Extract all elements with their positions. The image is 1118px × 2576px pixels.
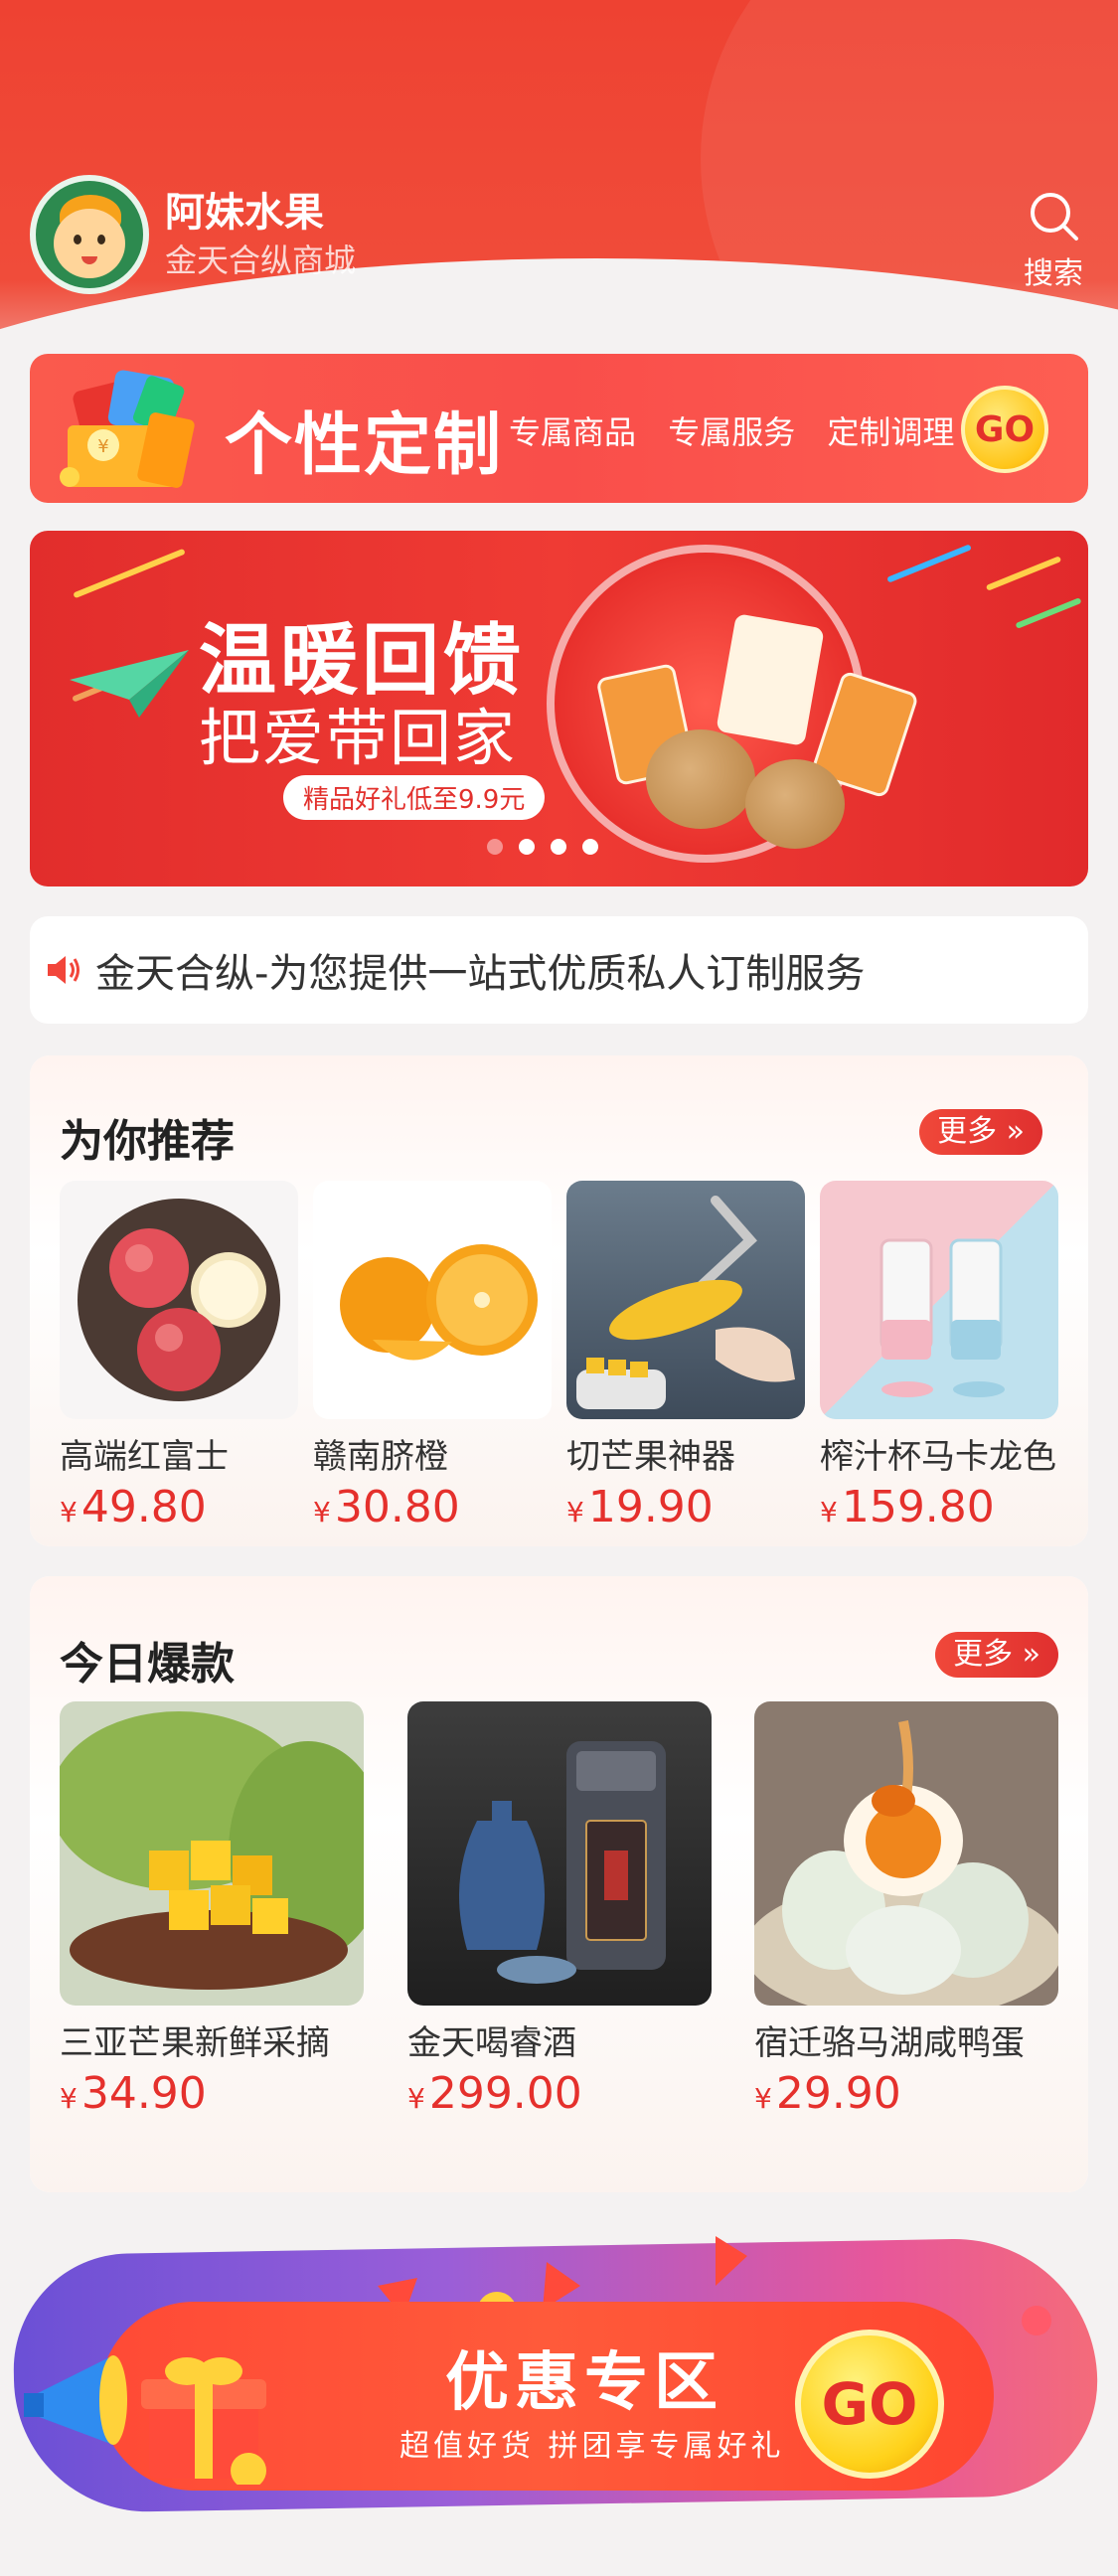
promo-go-button[interactable]: GO [795, 2330, 944, 2479]
notice-bar[interactable]: 金天合纵-为您提供一站式优质私人订制服务 [30, 916, 1088, 1024]
product-name: 榨汁杯马卡龙色 [820, 1437, 1056, 1477]
store-subtitle: 金天合纵商城 [165, 242, 357, 279]
product-price: ¥29.90 [754, 2068, 901, 2119]
product-card[interactable]: 金天喝睿酒 ¥299.00 [407, 1701, 712, 2119]
product-name: 切芒果神器 [566, 1437, 735, 1477]
more-label: 更多 [937, 1114, 998, 1149]
product-name: 赣南脐橙 [313, 1437, 448, 1477]
promo-carousel[interactable]: 温暖回馈 把爱带回家 精品好礼低至9.9元 [30, 531, 1088, 886]
double-chevron-right-icon: » [1006, 1114, 1025, 1149]
carousel-dot[interactable] [582, 839, 598, 855]
promo-title: 优惠专区 [445, 2346, 723, 2420]
product-card[interactable]: 切芒果神器 ¥19.90 [566, 1181, 805, 1532]
product-card[interactable]: 高端红富士 ¥49.80 [60, 1181, 298, 1532]
product-price: ¥34.90 [60, 2068, 207, 2119]
product-price: ¥30.80 [313, 1482, 460, 1532]
product-name: 金天喝睿酒 [407, 2023, 576, 2063]
product-card[interactable]: 三亚芒果新鲜采摘 ¥34.90 [60, 1701, 364, 2119]
product-price: ¥19.90 [566, 1482, 714, 1532]
speaker-icon [48, 956, 80, 984]
product-image-liquor [407, 1701, 712, 2006]
store-header[interactable]: 阿妹水果 金天合纵商城 [30, 175, 356, 294]
search-icon [1031, 193, 1078, 241]
carousel-subheadline: 把爱带回家 [199, 702, 518, 774]
carousel-pill: 精品好礼低至9.9元 [283, 775, 546, 820]
product-image-salted-eggs [754, 1701, 1058, 2006]
product-price: ¥49.80 [60, 1482, 207, 1532]
custom-tag: 定制调理 [827, 413, 955, 451]
paper-plane-icon [70, 650, 189, 718]
product-card[interactable]: 榨汁杯马卡龙色 ¥159.80 [820, 1181, 1058, 1532]
product-image-mango [60, 1701, 364, 2006]
more-label: 更多 [953, 1637, 1014, 1672]
product-price: ¥299.00 [407, 2068, 582, 2119]
custom-tag: 专属商品 [509, 413, 637, 451]
notice-text: 金天合纵-为您提供一站式优质私人订制服务 [95, 951, 866, 997]
megaphone-icon [24, 2355, 127, 2445]
store-name: 阿妹水果 [165, 190, 324, 236]
carousel-indicator [487, 839, 598, 855]
promo-subtitle: 超值好货 拼团享专属好礼 [399, 2429, 785, 2464]
hot-today-title: 今日爆款 [60, 1639, 235, 1690]
product-card[interactable]: 宿迁骆马湖咸鸭蛋 ¥29.90 [754, 1701, 1058, 2119]
recommend-title: 为你推荐 [60, 1116, 235, 1167]
product-price: ¥159.80 [820, 1482, 995, 1532]
hot-today-section: 今日爆款 更多 » 三亚芒果新鲜采摘 ¥34.90 金天喝睿酒 ¥299.00 … [30, 1576, 1088, 2192]
double-chevron-right-icon: » [1022, 1637, 1040, 1672]
product-image-juicer [820, 1181, 1058, 1419]
carousel-dot[interactable] [487, 839, 503, 855]
discount-zone-banner[interactable]: 优惠专区 超值好货 拼团享专属好礼 GO [0, 2226, 1118, 2524]
carousel-dot[interactable] [551, 839, 566, 855]
product-image-orange [313, 1181, 552, 1419]
store-logo [30, 175, 149, 294]
search-button[interactable]: 搜索 [1019, 189, 1088, 292]
recommend-more-button[interactable]: 更多 » [919, 1109, 1042, 1155]
custom-go-button[interactable]: GO [961, 386, 1048, 473]
product-name: 三亚芒果新鲜采摘 [60, 2023, 330, 2063]
product-image-apple [60, 1181, 298, 1419]
custom-banner-title: 个性定制 [225, 406, 504, 485]
product-name: 高端红富士 [60, 1437, 229, 1477]
product-name: 宿迁骆马湖咸鸭蛋 [754, 2023, 1025, 2063]
custom-tag: 专属服务 [668, 413, 796, 451]
recommend-section: 为你推荐 更多 » 高端红富士 ¥49.80 赣南脐橙 ¥30.80 切芒果神器… [30, 1055, 1088, 1546]
product-image-mango-cutter [566, 1181, 805, 1419]
svg-text:¥: ¥ [97, 436, 108, 457]
custom-banner[interactable]: ¥ 个性定制 专属商品 专属服务 定制调理 GO [30, 354, 1088, 503]
red-envelope-icon: ¥ [60, 370, 195, 488]
gift-box-icon [141, 2357, 266, 2485]
hot-today-more-button[interactable]: 更多 » [935, 1632, 1058, 1678]
custom-banner-tags: 专属商品 专属服务 定制调理 [509, 407, 970, 453]
product-card[interactable]: 赣南脐橙 ¥30.80 [313, 1181, 552, 1532]
carousel-dot-active[interactable] [519, 839, 535, 855]
search-label: 搜索 [1024, 256, 1083, 291]
decoration-dot [1022, 2306, 1051, 2335]
